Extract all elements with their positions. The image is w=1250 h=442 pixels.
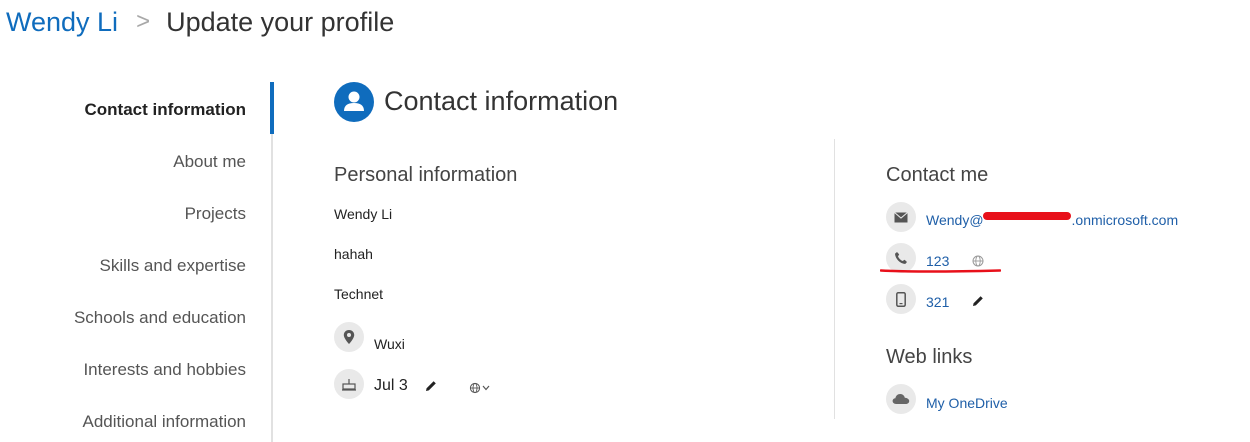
breadcrumb-user-link[interactable]: Wendy Li	[6, 7, 118, 38]
profile-name: Wendy Li	[334, 206, 393, 222]
mobile-phone-link[interactable]: 321	[926, 294, 949, 310]
birthday-value: Jul 3	[374, 377, 408, 394]
page-title: Update your profile	[166, 6, 395, 37]
globe-chevron-icon[interactable]	[469, 381, 493, 399]
onedrive-cloud-icon	[886, 384, 916, 414]
nav-item-interests-and-hobbies[interactable]: Interests and hobbies	[83, 360, 246, 380]
nav-item-contact-information[interactable]: Contact information	[85, 100, 247, 120]
email-suffix: .onmicrosoft.com	[1071, 212, 1179, 228]
profile-field-line2: hahah	[334, 246, 373, 262]
edit-birthday-icon[interactable]	[424, 379, 438, 398]
email-icon	[886, 202, 916, 232]
profile-section-nav: Contact information About me Projects Sk…	[0, 82, 272, 442]
profile-field-line3: Technet	[334, 286, 384, 302]
nav-divider	[271, 82, 273, 442]
redaction-mark	[983, 212, 1071, 220]
person-icon	[334, 82, 374, 122]
work-phone-link[interactable]: 123	[926, 253, 949, 269]
birthday-cake-icon	[334, 369, 364, 399]
location-value: Wuxi	[374, 336, 405, 352]
nav-item-skills-and-expertise[interactable]: Skills and expertise	[100, 256, 246, 276]
breadcrumb-separator-icon: >	[136, 8, 151, 35]
red-underline-annotation	[880, 269, 1001, 273]
mobile-phone-icon	[886, 284, 916, 314]
edit-mobile-phone-icon[interactable]	[971, 294, 985, 313]
web-links-heading: Web links	[886, 346, 973, 368]
breadcrumb: Wendy Li > Update your profile	[6, 4, 394, 40]
onedrive-link[interactable]: My OneDrive	[926, 395, 1008, 411]
location-pin-icon	[334, 322, 364, 352]
column-divider	[834, 139, 835, 419]
nav-item-schools-and-education[interactable]: Schools and education	[74, 308, 246, 328]
nav-item-about-me[interactable]: About me	[173, 152, 246, 172]
nav-item-projects[interactable]: Projects	[185, 204, 246, 224]
email-prefix: Wendy@	[926, 212, 984, 228]
section-title: Contact information	[384, 86, 619, 116]
nav-active-indicator	[270, 82, 274, 134]
personal-information-heading: Personal information	[334, 164, 518, 186]
contact-me-heading: Contact me	[886, 164, 989, 186]
nav-item-additional-information[interactable]: Additional information	[83, 412, 246, 432]
